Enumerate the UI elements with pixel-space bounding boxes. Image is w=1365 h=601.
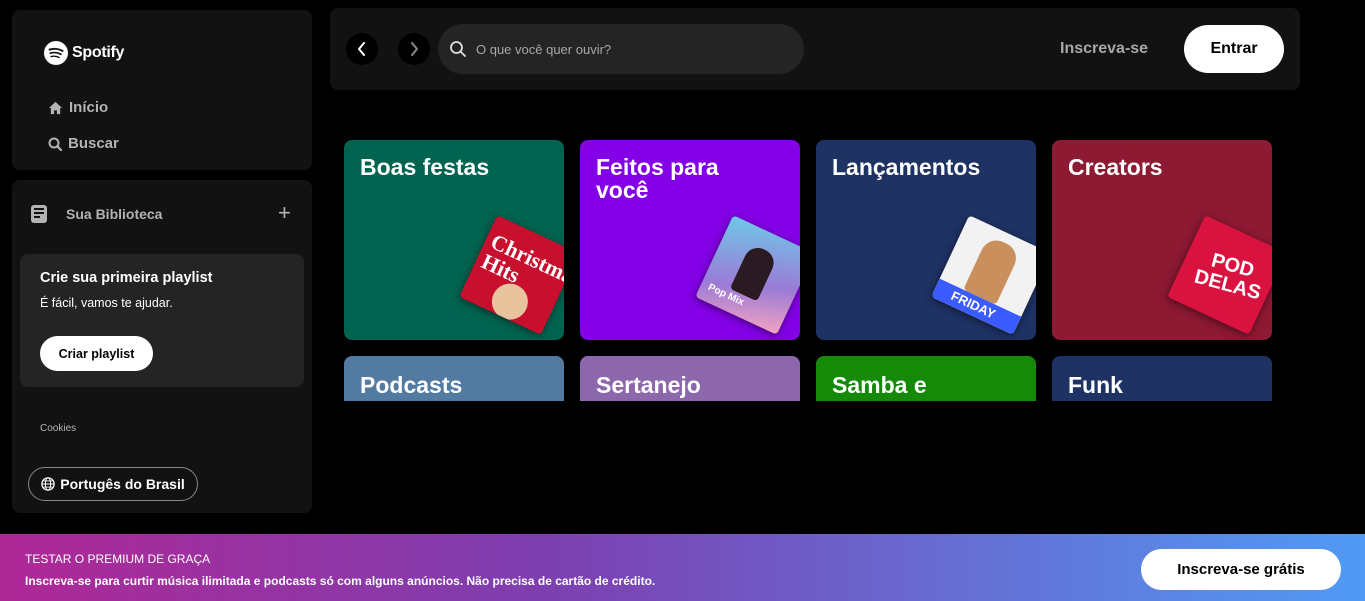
category-label: Podcasts bbox=[360, 372, 463, 398]
friday-cover: FRIDAY bbox=[931, 215, 1036, 335]
signup-link[interactable]: Inscreva-se bbox=[1060, 40, 1148, 58]
category-label: Lançamentos bbox=[832, 154, 981, 180]
forward-button[interactable] bbox=[398, 33, 430, 65]
library-title[interactable]: Sua Biblioteca bbox=[66, 206, 162, 222]
banner-title: TESTAR O PREMIUM DE GRAÇA bbox=[25, 552, 211, 566]
art-text: POD DELAS bbox=[1191, 249, 1264, 305]
signup-free-button[interactable]: Inscreva-se grátis bbox=[1141, 549, 1341, 590]
category-tile-feitos-para-voce[interactable]: Feitos para você Pop Mix bbox=[580, 140, 800, 340]
category-label: Boas festas bbox=[360, 154, 490, 180]
nav-item-label: Buscar bbox=[68, 135, 119, 152]
cover-portrait bbox=[729, 243, 779, 302]
create-playlist-button[interactable]: Criar playlist bbox=[40, 336, 153, 371]
spotify-logo[interactable]: Spotify bbox=[44, 41, 124, 65]
christmas-hits-cover: Christmas Hits bbox=[459, 215, 564, 335]
language-button[interactable]: Portugês do Brasil bbox=[28, 467, 198, 501]
nav-item-inicio[interactable]: Início bbox=[48, 99, 108, 116]
category-tile-podcasts[interactable]: Podcasts bbox=[344, 356, 564, 401]
search-input[interactable] bbox=[476, 24, 786, 74]
chevron-right-icon bbox=[411, 42, 418, 56]
globe-icon bbox=[41, 477, 56, 491]
category-label: Samba e bbox=[832, 372, 927, 398]
category-tile-sertanejo[interactable]: Sertanejo bbox=[580, 356, 800, 401]
create-playlist-card: Crie sua primeira playlist É fácil, vamo… bbox=[20, 254, 304, 387]
category-tile-samba[interactable]: Samba e bbox=[816, 356, 1036, 401]
spotify-logo-text: Spotify bbox=[72, 44, 125, 61]
premium-banner[interactable]: TESTAR O PREMIUM DE GRAÇA Inscreva-se pa… bbox=[0, 534, 1365, 601]
category-label: Creators bbox=[1068, 154, 1163, 180]
category-label: Feitos para você bbox=[596, 154, 719, 203]
category-tile-boas-festas[interactable]: Boas festas Christmas Hits bbox=[344, 140, 564, 340]
sidebar-nav-panel: Spotify Início Buscar bbox=[12, 10, 312, 170]
plus-icon[interactable]: + bbox=[278, 202, 291, 224]
nav-item-label: Início bbox=[69, 99, 109, 116]
nav-item-buscar[interactable]: Buscar bbox=[48, 135, 119, 152]
spotify-logo-icon bbox=[44, 41, 68, 65]
category-tile-creators[interactable]: Creators POD DELAS bbox=[1052, 140, 1272, 340]
card-subtitle: É fácil, vamos te ajudar. bbox=[40, 296, 173, 310]
category-tile-funk[interactable]: Funk bbox=[1052, 356, 1272, 401]
login-button[interactable]: Entrar bbox=[1184, 25, 1284, 73]
search-icon bbox=[48, 137, 62, 151]
top-bar: Inscreva-se Entrar bbox=[330, 8, 1300, 90]
language-label: Portugês do Brasil bbox=[60, 476, 185, 492]
category-label: Funk bbox=[1068, 372, 1123, 398]
scrollbar[interactable] bbox=[1361, 0, 1365, 534]
category-tile-lancamentos[interactable]: Lançamentos FRIDAY bbox=[816, 140, 1036, 340]
back-button[interactable] bbox=[346, 33, 378, 65]
cookies-link[interactable]: Cookies bbox=[40, 423, 76, 434]
card-title: Crie sua primeira playlist bbox=[40, 270, 213, 286]
search-bar[interactable] bbox=[438, 24, 804, 74]
chevron-left-icon bbox=[358, 42, 365, 56]
search-icon bbox=[450, 41, 466, 57]
pop-mix-cover: Pop Mix bbox=[695, 215, 800, 335]
pod-delas-cover: POD DELAS bbox=[1167, 215, 1272, 335]
library-panel: Sua Biblioteca + Crie sua primeira playl… bbox=[12, 180, 312, 513]
category-label: Sertanejo bbox=[596, 372, 701, 398]
home-icon bbox=[48, 101, 63, 114]
banner-subtitle: Inscreva-se para curtir música ilimitada… bbox=[25, 574, 656, 588]
library-icon[interactable] bbox=[30, 204, 48, 224]
